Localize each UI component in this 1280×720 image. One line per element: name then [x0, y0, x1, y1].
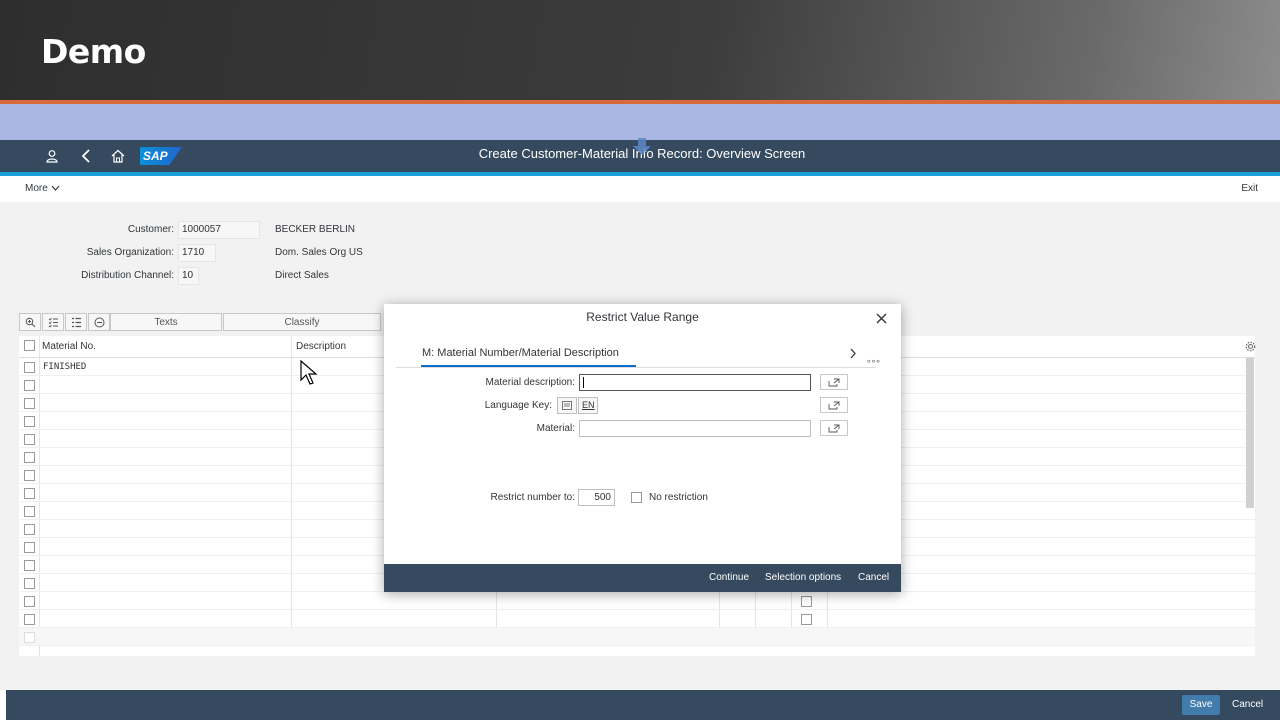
- row-checkbox[interactable]: [24, 542, 35, 553]
- language-key-input[interactable]: EN: [578, 397, 598, 414]
- customer-desc: BECKER BERLIN: [275, 224, 356, 235]
- row-flag-checkbox[interactable]: [801, 596, 812, 607]
- details-button[interactable]: [65, 313, 87, 331]
- restrict-number-label: Restrict number to:: [490, 492, 575, 503]
- sap-logo[interactable]: SAP: [140, 147, 182, 165]
- home-icon[interactable]: [108, 146, 128, 166]
- customer-field[interactable]: 1000057: [178, 221, 260, 239]
- list-icon: [562, 401, 572, 410]
- exit-button[interactable]: Exit: [1241, 183, 1258, 194]
- salesorg-label: Sales Organization:: [86, 247, 174, 258]
- row-checkbox[interactable]: [24, 578, 35, 589]
- row-checkbox[interactable]: [24, 434, 35, 445]
- multiple-selection-button[interactable]: [820, 374, 848, 390]
- row-checkbox[interactable]: [24, 470, 35, 481]
- row-checkbox[interactable]: [24, 398, 35, 409]
- overflow-icon[interactable]: ∘∘∘: [866, 356, 881, 367]
- text-cursor: [583, 377, 584, 388]
- footer-bar: Save Cancel: [6, 690, 1280, 720]
- chevron-down-icon: [51, 183, 60, 194]
- more-label: More: [25, 183, 48, 194]
- row-checkbox[interactable]: [24, 632, 35, 643]
- restrict-number-input[interactable]: 500: [578, 489, 615, 506]
- table-row[interactable]: [19, 592, 1255, 610]
- delete-row-button[interactable]: [88, 313, 110, 331]
- minus-circle-icon: [94, 317, 104, 327]
- material-cell[interactable]: FINISHED: [43, 362, 86, 372]
- zoom-icon: [25, 317, 35, 327]
- save-button[interactable]: Save: [1182, 695, 1220, 715]
- chevron-right-icon[interactable]: [849, 348, 857, 362]
- row-checkbox[interactable]: [24, 488, 35, 499]
- toolbar: More Exit: [0, 176, 1280, 202]
- list-icon: [71, 317, 81, 327]
- select-all-checkbox[interactable]: [24, 340, 35, 351]
- user-icon[interactable]: [42, 146, 62, 166]
- grid-scrollbar[interactable]: [1246, 358, 1254, 508]
- no-restriction-checkbox[interactable]: [631, 492, 642, 503]
- dialog-title: Restrict Value Range: [586, 310, 699, 324]
- tab-separator: [396, 367, 876, 368]
- col-description: Description: [296, 341, 347, 352]
- row-checkbox[interactable]: [24, 614, 35, 625]
- material-input[interactable]: [579, 420, 811, 437]
- row-checkbox[interactable]: [24, 560, 35, 571]
- table-row[interactable]: [19, 628, 1255, 646]
- gear-icon[interactable]: [1245, 341, 1256, 352]
- material-description-label: Material description:: [485, 377, 575, 388]
- slide-header: Demo: [0, 0, 1280, 102]
- salesorg-desc: Dom. Sales Org US: [275, 247, 363, 258]
- select-all-button[interactable]: [42, 313, 64, 331]
- dialog-cancel-button[interactable]: Cancel: [858, 572, 889, 583]
- dialog-footer: Continue Selection options Cancel: [384, 564, 901, 592]
- distchan-label: Distribution Channel:: [81, 270, 174, 281]
- col-material-no: Material No.: [42, 341, 96, 352]
- material-label: Material:: [536, 423, 575, 434]
- salesorg-field[interactable]: 1710: [178, 244, 216, 262]
- zoom-button[interactable]: [19, 313, 41, 331]
- row-checkbox[interactable]: [24, 380, 35, 391]
- row-checkbox[interactable]: [24, 596, 35, 607]
- continue-button[interactable]: Continue: [709, 572, 749, 583]
- multiple-selection-icon: [828, 378, 840, 386]
- row-checkbox[interactable]: [24, 506, 35, 517]
- mouse-cursor-icon: [300, 359, 318, 386]
- drag-arrow-icon[interactable]: [632, 138, 652, 156]
- checklist-icon: [48, 317, 58, 328]
- multiple-selection-icon: [828, 401, 840, 409]
- language-key-label: Language Key:: [484, 400, 552, 411]
- tab-material-description[interactable]: M: Material Number/Material Description: [422, 347, 619, 359]
- texts-button[interactable]: Texts: [110, 313, 222, 331]
- classify-button[interactable]: Classify: [223, 313, 381, 331]
- multiple-selection-button[interactable]: [820, 397, 848, 413]
- row-flag-checkbox[interactable]: [801, 614, 812, 625]
- no-restriction-label: No restriction: [649, 492, 708, 503]
- row-checkbox[interactable]: [24, 416, 35, 427]
- multiple-selection-button[interactable]: [820, 420, 848, 436]
- table-row[interactable]: [19, 610, 1255, 628]
- material-description-input[interactable]: [579, 374, 811, 391]
- slide-title: Demo: [41, 32, 146, 71]
- back-icon[interactable]: [76, 146, 96, 166]
- row-checkbox[interactable]: [24, 524, 35, 535]
- cancel-button[interactable]: Cancel: [1232, 699, 1263, 710]
- distchan-desc: Direct Sales: [275, 270, 329, 281]
- blue-band: [0, 104, 1280, 140]
- row-checkbox[interactable]: [24, 362, 35, 373]
- multiple-selection-icon: [828, 424, 840, 432]
- close-icon[interactable]: [876, 311, 887, 327]
- customer-label: Customer:: [127, 224, 174, 235]
- more-button[interactable]: More: [25, 183, 60, 194]
- selection-options-button[interactable]: Selection options: [765, 572, 841, 583]
- value-help-button[interactable]: [557, 397, 577, 414]
- restrict-value-range-dialog: Restrict Value Range M: Material Number/…: [384, 304, 901, 592]
- row-checkbox[interactable]: [24, 452, 35, 463]
- distchan-field[interactable]: 10: [178, 267, 199, 285]
